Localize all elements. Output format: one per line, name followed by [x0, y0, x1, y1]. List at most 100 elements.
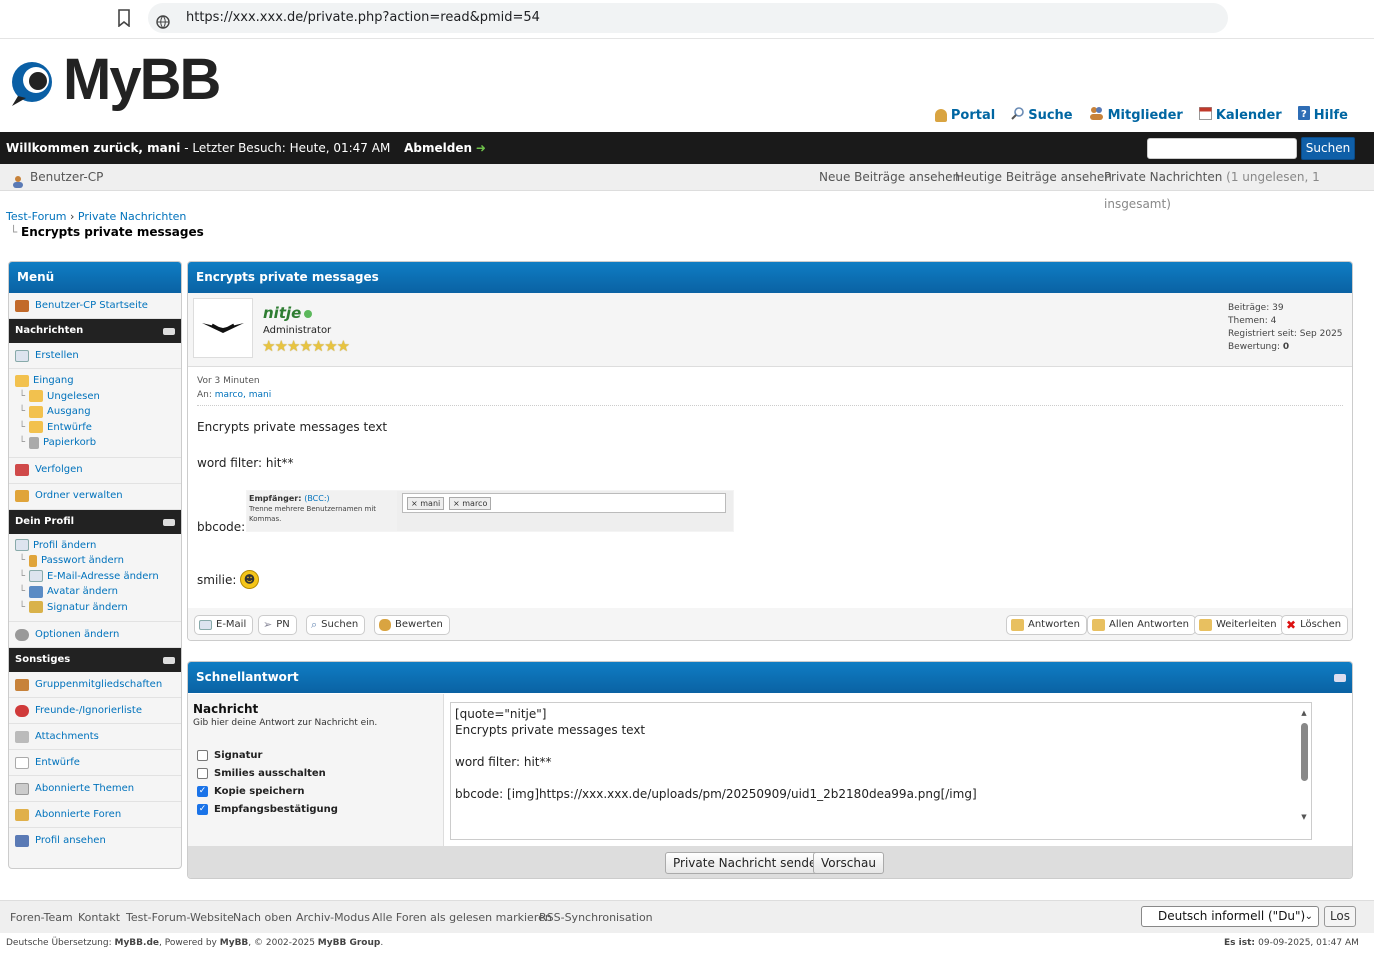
search-input[interactable] [1147, 138, 1297, 159]
message-hint: Gib hier deine Antwort zur Nachricht ein… [193, 718, 378, 728]
sidebar-item-inbox[interactable]: Eingang [9, 373, 181, 389]
collapse-icon[interactable] [163, 518, 175, 526]
sidebar-item-view-profile[interactable]: Profil ansehen [9, 828, 181, 854]
breadcrumb-forum[interactable]: Test-Forum [6, 210, 67, 223]
mybb-group-link[interactable]: MyBB Group [318, 938, 381, 948]
email-button[interactable]: E-Mail [194, 615, 254, 635]
sidebar-item-groups[interactable]: Gruppenmitgliedschaften [9, 672, 181, 698]
sidebar-item-sub-forums[interactable]: Abonnierte Foren [9, 802, 181, 828]
nav-help[interactable]: ? Hilfe [1297, 106, 1348, 124]
scrollbar-thumb[interactable] [1300, 723, 1308, 781]
embed-hint: Trenne mehrere Benutzernamen mit Kommas. [249, 505, 377, 523]
mybb-link[interactable]: MyBB [220, 938, 249, 948]
option-signature[interactable]: Signatur [197, 746, 338, 764]
language-go-button[interactable]: Los [1324, 906, 1356, 927]
option-disable-smilies[interactable]: Smilies ausschalten [197, 764, 338, 782]
reply-all-icon [1092, 619, 1105, 631]
reply-button[interactable]: Antworten [1006, 615, 1087, 635]
sidebar-item-email[interactable]: └ E-Mail-Adresse ändern [9, 569, 181, 585]
current-time: Es ist: 09-09-2025, 01:47 AM [1224, 938, 1359, 948]
sidebar-item-drafts[interactable]: └ Entwürfe [9, 420, 181, 436]
post-recipients[interactable]: marco, mani [215, 390, 271, 400]
search-button[interactable]: Suchen [1301, 137, 1355, 160]
pm-link[interactable]: Private Nachrichten [1104, 170, 1222, 184]
sidebar-item-buddies[interactable]: Freunde-/Ignorierliste [9, 698, 181, 724]
time-label: Es ist: [1224, 938, 1259, 948]
nav-members[interactable]: Mitglieder [1089, 106, 1183, 124]
logout-link[interactable]: Abmelden [404, 141, 472, 155]
message-label: Nachricht [193, 702, 259, 716]
sidebar-item-label: Abonnierte Themen [35, 782, 135, 794]
sidebar-item-sub-threads[interactable]: Abonnierte Themen [9, 776, 181, 802]
message-textarea[interactable]: [quote="nitje"] Encrypts private message… [450, 702, 1312, 840]
address-bar[interactable]: https://xxx.xxx.de/private.php?action=re… [148, 3, 1228, 33]
site-info-icon[interactable] [156, 11, 170, 29]
sidebar-item-sent[interactable]: └ Ausgang [9, 404, 181, 420]
breadcrumb-pms[interactable]: Private Nachrichten [78, 210, 187, 223]
nav-calendar[interactable]: Kalender [1198, 106, 1282, 124]
newspaper-icon [15, 782, 29, 795]
sidebar-item-profile-edit[interactable]: Profil ändern [9, 538, 181, 554]
sidebar-item-label: Freunde-/Ignorierliste [35, 704, 142, 716]
ucp-link[interactable]: Benutzer-CP [30, 164, 103, 191]
preview-button[interactable]: Vorschau [813, 852, 884, 874]
sidebar-item-tracking[interactable]: Verfolgen [9, 458, 181, 484]
checkbox-checked[interactable]: ✓ [197, 803, 208, 815]
find-button[interactable]: ⌕ Suchen [306, 615, 366, 635]
sidebar-item-password[interactable]: └ Passwort ändern [9, 553, 181, 569]
bookmark-icon[interactable] [117, 9, 131, 28]
footer-link-mark-read[interactable]: Alle Foren als gelesen markieren [372, 901, 552, 934]
checkbox[interactable] [197, 767, 208, 779]
footer-link-contact[interactable]: Kontakt [78, 901, 120, 934]
post-author: nitje Administrator ★★★★★★★ Beiträge: 39… [188, 293, 1352, 367]
option-save-copy[interactable]: ✓ Kopie speichern [197, 782, 338, 800]
sidebar-item-signature[interactable]: └ Signatur ändern [9, 600, 181, 616]
search-icon [1011, 106, 1025, 124]
sidebar-item-trash[interactable]: └ Papierkorb [9, 435, 181, 451]
pm-button[interactable]: ➢ PN [258, 615, 297, 635]
tracking-icon [15, 464, 29, 476]
language-select[interactable]: Deutsch informell ("Du") ⌄ [1141, 906, 1319, 927]
footer-link-website[interactable]: Test-Forum-Website [126, 901, 234, 934]
new-posts-link[interactable]: Neue Beiträge ansehen [819, 164, 960, 191]
avatar[interactable] [193, 298, 253, 358]
collapse-icon[interactable] [163, 657, 175, 664]
collapse-icon[interactable] [1334, 674, 1346, 682]
checkbox[interactable] [197, 749, 208, 761]
sidebar-item-compose[interactable]: Erstellen [9, 343, 181, 369]
checkbox-checked[interactable]: ✓ [197, 785, 208, 797]
user-icon [15, 835, 29, 847]
post-body-line2: word filter: hit** [197, 456, 294, 470]
author-role: Administrator [263, 325, 332, 336]
author-name[interactable]: nitje [263, 304, 301, 322]
sidebar-item-home[interactable]: Benutzer-CP Startseite [9, 293, 181, 319]
sidebar-item-drafts2[interactable]: Entwürfe [9, 750, 181, 776]
forward-button[interactable]: Weiterleiten [1194, 615, 1284, 635]
quick-reply-header: Schnellantwort [188, 662, 1352, 693]
footer-link-archive[interactable]: Archiv-Modus [296, 901, 370, 934]
textarea-scrollbar[interactable]: ▲ ▼ [1299, 705, 1309, 837]
sidebar-item-attachments[interactable]: Attachments [9, 724, 181, 750]
nav-portal[interactable]: Portal [934, 106, 995, 124]
sidebar-item-options[interactable]: Optionen ändern [9, 622, 181, 648]
sidebar-item-avatar[interactable]: └ Avatar ändern [9, 584, 181, 600]
delete-button[interactable]: ✖ Löschen [1281, 615, 1349, 635]
send-pm-button[interactable]: Private Nachricht senden [665, 852, 833, 874]
nav-search[interactable]: Suche [1011, 106, 1073, 124]
sidebar-item-folders[interactable]: Ordner verwalten [9, 484, 181, 510]
mybb-logo[interactable]: MyBB [8, 47, 221, 112]
rate-button[interactable]: Bewerten [374, 615, 450, 635]
collapse-icon[interactable] [163, 328, 175, 335]
quick-reply-title: Schnellantwort [196, 670, 299, 684]
document-icon [15, 756, 29, 769]
todays-posts-link[interactable]: Heutige Beiträge ansehen [955, 164, 1112, 191]
sidebar-item-label: E-Mail-Adresse ändern [47, 570, 159, 582]
reply-all-button[interactable]: Allen Antworten [1087, 615, 1196, 635]
sidebar-item-unread[interactable]: └ Ungelesen [9, 389, 181, 405]
sidebar-item-label: Ungelesen [47, 390, 100, 402]
mybb-de-link[interactable]: MyBB.de [114, 938, 159, 948]
footer-link-rss[interactable]: RSS-Synchronisation [539, 901, 653, 934]
footer-link-team[interactable]: Foren-Team [10, 901, 73, 934]
footer-link-top[interactable]: Nach oben [233, 901, 292, 934]
option-read-receipt[interactable]: ✓ Empfangsbestätigung [197, 800, 338, 818]
